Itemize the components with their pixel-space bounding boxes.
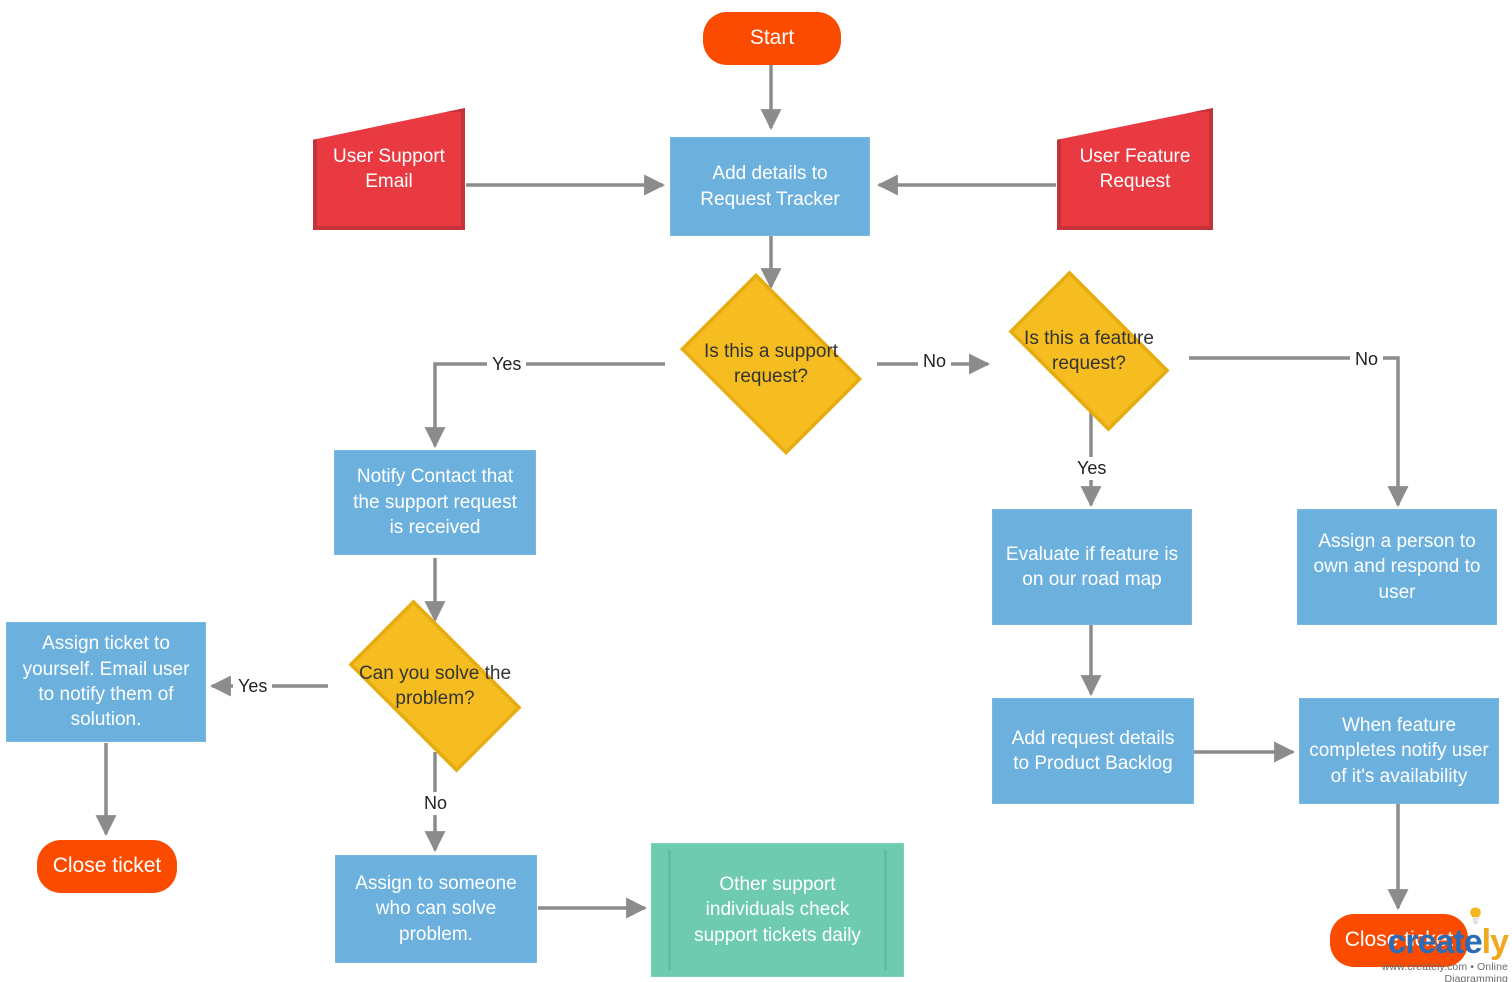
edge-label-solve-no: No xyxy=(419,792,453,815)
node-assign-someone[interactable]: Assign to someone who can solve problem. xyxy=(335,855,537,963)
node-add-request-backlog[interactable]: Add request details to Product Backlog xyxy=(992,698,1194,804)
edge-label-feature-yes: Yes xyxy=(1072,457,1112,480)
lightbulb-icon xyxy=(1470,907,1481,924)
node-user-support-email[interactable]: User Support Email xyxy=(313,108,465,230)
node-start[interactable]: Start xyxy=(703,12,841,65)
node-close-ticket-left[interactable]: Close ticket xyxy=(37,840,177,893)
node-notify-contact-label: Notify Contact that the support request … xyxy=(353,466,517,539)
node-add-details-label: Add details to Request Tracker xyxy=(700,163,840,210)
node-evaluate-feature[interactable]: Evaluate if feature is on our road map xyxy=(992,509,1192,625)
node-user-support-email-label: User Support Email xyxy=(333,145,445,192)
node-notify-contact[interactable]: Notify Contact that the support request … xyxy=(334,450,536,555)
node-is-feature-request-label: Is this a feature request? xyxy=(1024,327,1154,374)
node-assign-person-own[interactable]: Assign a person to own and respond to us… xyxy=(1297,509,1497,625)
creately-watermark: creately www.creately.com • Online Diagr… xyxy=(1338,907,1509,982)
node-when-feature-completes-label: When feature completes notify user of it… xyxy=(1309,714,1489,787)
edge-label-feature-no: No xyxy=(1350,348,1384,371)
node-evaluate-feature-label: Evaluate if feature is on our road map xyxy=(1005,543,1179,590)
node-add-details[interactable]: Add details to Request Tracker xyxy=(670,137,870,236)
node-add-request-backlog-label: Add request details to Product Backlog xyxy=(1011,727,1175,774)
node-close-ticket-left-label: Close ticket xyxy=(52,854,162,878)
flowchart-canvas: Start User Support Email User Feature Re… xyxy=(0,0,1512,982)
node-is-support-request-label: Is this a support request? xyxy=(703,340,839,387)
node-assign-someone-label: Assign to someone who can solve problem. xyxy=(355,872,517,945)
node-can-you-solve-label: Can you solve the problem? xyxy=(358,662,512,709)
creately-tagline: www.creately.com • Online Diagramming xyxy=(1381,961,1508,982)
edge-label-support-yes: Yes xyxy=(487,353,527,376)
creately-logo-part1: create xyxy=(1387,923,1482,961)
edge-feature-no-to-assign-person xyxy=(1189,356,1409,508)
node-assign-person-own-label: Assign a person to own and respond to us… xyxy=(1313,530,1481,603)
subroutine-bar-left xyxy=(668,850,671,970)
node-user-feature-request[interactable]: User Feature Request xyxy=(1057,108,1213,230)
node-other-support-individuals-label: Other support individuals check support … xyxy=(694,873,861,946)
edge-label-solve-yes: Yes xyxy=(233,675,273,698)
node-can-you-solve[interactable]: Can you solve the problem? xyxy=(327,599,543,773)
node-assign-ticket-yourself-label: Assign ticket to yourself. Email user to… xyxy=(22,633,190,731)
node-start-label: Start xyxy=(749,26,795,50)
edge-support-yes-to-notify xyxy=(424,362,665,449)
edge-label-support-no: No xyxy=(918,350,952,373)
node-other-support-individuals[interactable]: Other support individuals check support … xyxy=(651,843,904,977)
subroutine-bar-right xyxy=(884,850,887,970)
node-when-feature-completes[interactable]: When feature completes notify user of it… xyxy=(1299,698,1499,804)
node-is-support-request[interactable]: Is this a support request? xyxy=(665,273,877,455)
node-assign-ticket-yourself[interactable]: Assign ticket to yourself. Email user to… xyxy=(6,622,206,742)
creately-logo: creately xyxy=(1338,907,1509,961)
node-user-feature-request-label: User Feature Request xyxy=(1079,145,1191,192)
creately-logo-part2: ly xyxy=(1481,923,1509,961)
node-is-feature-request[interactable]: Is this a feature request? xyxy=(989,270,1189,432)
